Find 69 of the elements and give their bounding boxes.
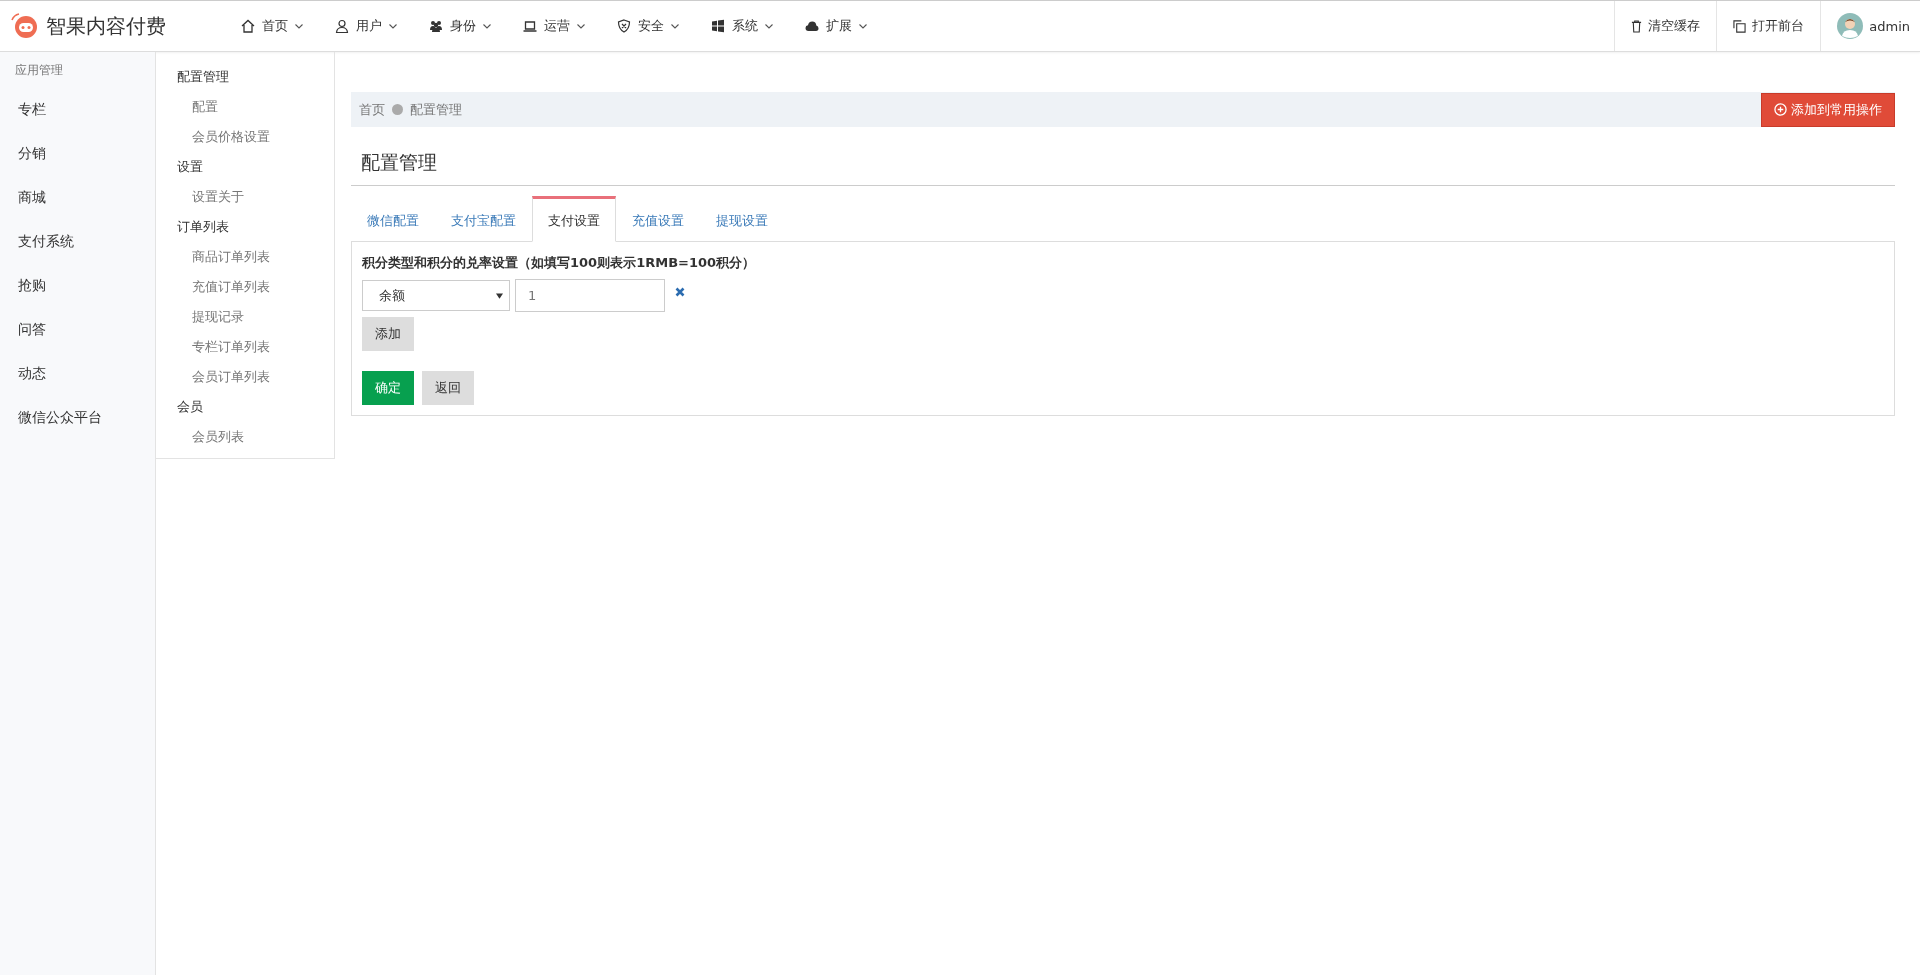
sub-menu-group: 设置 (156, 152, 224, 182)
sub-menu-group: 订单列表 (156, 212, 250, 242)
sidebar-item[interactable]: 专栏 (0, 87, 64, 131)
sub-menu-item[interactable]: 充值订单列表 (156, 272, 306, 302)
nav-menu-item[interactable]: 运营 (507, 1, 601, 51)
chevron-down-icon (765, 23, 773, 29)
dropdown-arrow-icon (496, 292, 503, 299)
sub-menu-item[interactable]: 会员订单列表 (156, 362, 306, 392)
chevron-down-icon (295, 23, 303, 29)
form-label: 积分类型和积分的兑率设置（如填写100则表示1RMB=100积分） (362, 254, 757, 272)
sidebar-item[interactable]: 抢购 (0, 263, 64, 307)
sidebar-item[interactable]: 动态 (0, 351, 64, 395)
brand-name: 智果内容付费 (46, 12, 166, 40)
sub-menu-item[interactable]: 专栏订单列表 (156, 332, 306, 362)
user-menu[interactable]: admin (1820, 1, 1920, 51)
sidebar-item[interactable]: 商城 (0, 175, 64, 219)
tab[interactable]: 提现设置 (700, 196, 784, 242)
trash-icon (1631, 19, 1643, 33)
logo-icon (10, 12, 40, 40)
nav-icon (617, 19, 631, 33)
sidebar-item[interactable]: 微信公众平台 (0, 395, 120, 439)
sub-menu-item[interactable]: 会员价格设置 (156, 122, 306, 152)
add-shortcut-button[interactable]: 添加到常用操作 (1761, 92, 1895, 127)
back-button[interactable]: 返回 (422, 371, 474, 405)
sub-menu-item[interactable]: 设置关于 (156, 182, 280, 212)
tab[interactable]: 支付宝配置 (435, 196, 532, 242)
type-select[interactable]: 余额 (362, 280, 510, 311)
plus-circle-icon (1774, 103, 1787, 116)
add-button[interactable]: 添加 (362, 317, 414, 351)
avatar-icon (1837, 13, 1864, 39)
header-action-link[interactable]: 清空缓存 (1614, 1, 1717, 51)
nav-icon (805, 19, 819, 33)
header-action-link[interactable]: 打开前台 (1716, 1, 1821, 51)
sidebar-item[interactable]: 问答 (0, 307, 64, 351)
page-title: 配置管理 (351, 150, 1895, 186)
tab[interactable]: 充值设置 (616, 196, 700, 242)
nav-menu-item[interactable]: 身份 (413, 1, 507, 51)
nav-menu-item[interactable]: 首页 (225, 1, 319, 51)
nav-menu-item[interactable]: 系统 (695, 1, 789, 51)
chevron-down-icon (483, 23, 491, 29)
nav-menu-item[interactable]: 安全 (601, 1, 695, 51)
sidebar-title: 应用管理 (14, 62, 64, 79)
sub-menu-item[interactable]: 提现记录 (156, 302, 280, 332)
tab[interactable]: 支付设置 (532, 196, 616, 242)
chevron-down-icon (577, 23, 585, 29)
chevron-down-icon (389, 23, 397, 29)
nav-icon (335, 19, 349, 33)
rate-input-field[interactable]: 1 (515, 279, 665, 312)
nav-icon (429, 19, 443, 33)
separator-dot-icon (392, 104, 403, 115)
sub-menu-item[interactable]: 商品订单列表 (156, 242, 306, 272)
remove-icon[interactable] (675, 286, 685, 297)
nav-icon (523, 19, 537, 33)
breadcrumb-link[interactable]: 首页 (359, 100, 385, 119)
chevron-down-icon (671, 23, 679, 29)
nav-icon (711, 19, 725, 33)
copy-icon (1733, 19, 1747, 33)
nav-icon (241, 19, 255, 33)
breadcrumb-link[interactable]: 配置管理 (410, 100, 462, 119)
sidebar-item[interactable]: 分销 (0, 131, 64, 175)
sub-menu-item[interactable]: 会员列表 (156, 422, 280, 452)
nav-menu-item[interactable]: 扩展 (789, 1, 883, 51)
chevron-down-icon (859, 23, 867, 29)
sub-menu-group: 会员 (156, 392, 224, 422)
nav-menu-item[interactable]: 用户 (319, 1, 413, 51)
sub-menu-item[interactable]: 配置 (156, 92, 254, 122)
sub-menu-group: 配置管理 (156, 62, 250, 92)
sidebar-item[interactable]: 支付系统 (0, 219, 92, 263)
tab[interactable]: 微信配置 (351, 196, 435, 242)
